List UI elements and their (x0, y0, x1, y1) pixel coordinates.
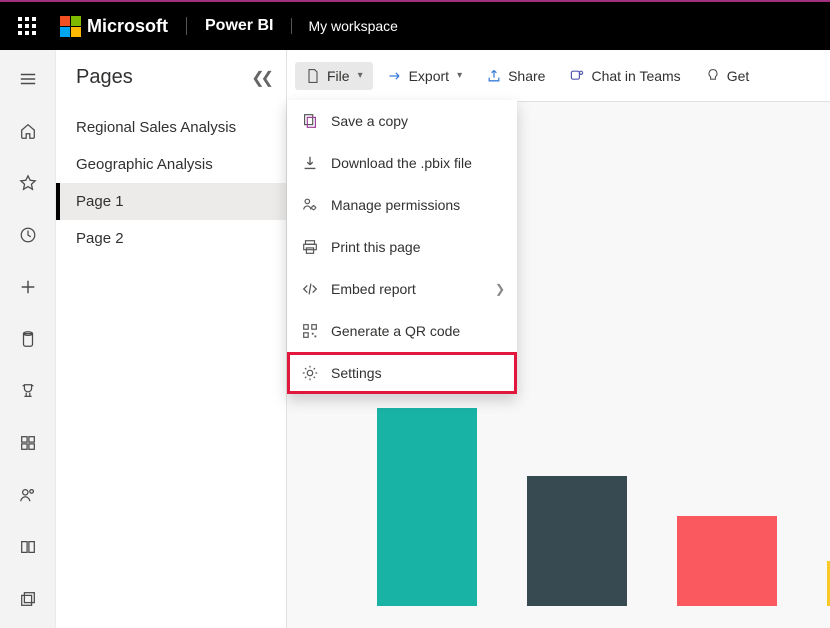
download-pbix-item[interactable]: Download the .pbix file (287, 142, 517, 184)
chevron-down-icon: ▾ (457, 70, 462, 81)
workspace-name[interactable]: My workspace (291, 18, 413, 34)
app-name[interactable]: Power BI (186, 17, 291, 35)
get-insights-button[interactable]: Get (695, 62, 760, 90)
hamburger-icon[interactable] (11, 62, 45, 96)
page-item[interactable]: Page 2 (56, 220, 286, 257)
dd-label: Print this page (331, 239, 421, 255)
apps-icon[interactable] (11, 426, 45, 460)
dd-label: Embed report (331, 281, 416, 297)
dd-label: Save a copy (331, 113, 408, 129)
save-copy-item[interactable]: Save a copy (287, 100, 517, 142)
dd-label: Download the .pbix file (331, 155, 472, 171)
microsoft-logo-icon (60, 16, 81, 37)
dd-label: Manage permissions (331, 197, 460, 213)
chart-bar (677, 516, 777, 606)
chart-bar (527, 476, 627, 606)
clock-icon[interactable] (11, 218, 45, 252)
plus-icon[interactable] (11, 270, 45, 304)
topbar: Microsoft Power BI My workspace (0, 2, 830, 50)
bar-chart (377, 408, 830, 606)
export-button[interactable]: Export ▾ (377, 62, 473, 90)
trophy-icon[interactable] (11, 374, 45, 408)
app-launcher-icon[interactable] (4, 17, 50, 35)
chevron-down-icon: ▾ (358, 70, 363, 81)
file-label: File (327, 68, 350, 84)
chart-bar (377, 408, 477, 606)
settings-item[interactable]: Settings (287, 352, 517, 394)
collapse-panel-icon[interactable]: ❮❮ (251, 68, 270, 88)
microsoft-logo: Microsoft (50, 16, 178, 37)
export-label: Export (409, 68, 449, 84)
chat-label: Chat in Teams (591, 68, 680, 84)
print-page-item[interactable]: Print this page (287, 226, 517, 268)
left-rail (0, 50, 56, 628)
book-icon[interactable] (11, 530, 45, 564)
dd-label: Generate a QR code (331, 323, 460, 339)
chat-teams-button[interactable]: Chat in Teams (559, 62, 690, 90)
content-area: File ▾ Export ▾ Share Chat in Teams Get (287, 50, 830, 628)
page-item[interactable]: Page 1 (56, 183, 286, 220)
home-icon[interactable] (11, 114, 45, 148)
dd-label: Settings (331, 365, 382, 381)
people-icon[interactable] (11, 478, 45, 512)
chevron-right-icon: ❯ (495, 282, 505, 296)
share-label: Share (508, 68, 545, 84)
get-label: Get (727, 68, 750, 84)
star-icon[interactable] (11, 166, 45, 200)
page-item[interactable]: Regional Sales Analysis (56, 109, 286, 146)
brand-text: Microsoft (87, 16, 168, 37)
file-menu-button[interactable]: File ▾ (295, 62, 373, 90)
embed-report-item[interactable]: Embed report ❯ (287, 268, 517, 310)
pages-title: Pages (76, 66, 133, 89)
generate-qr-item[interactable]: Generate a QR code (287, 310, 517, 352)
manage-permissions-item[interactable]: Manage permissions (287, 184, 517, 226)
pages-panel: Pages ❮❮ Regional Sales Analysis Geograp… (56, 50, 287, 628)
database-icon[interactable] (11, 322, 45, 356)
workspaces-icon[interactable] (11, 582, 45, 616)
file-dropdown: Save a copy Download the .pbix file Mana… (287, 100, 517, 394)
report-toolbar: File ▾ Export ▾ Share Chat in Teams Get (287, 50, 830, 102)
page-item[interactable]: Geographic Analysis (56, 146, 286, 183)
share-button[interactable]: Share (476, 62, 555, 90)
